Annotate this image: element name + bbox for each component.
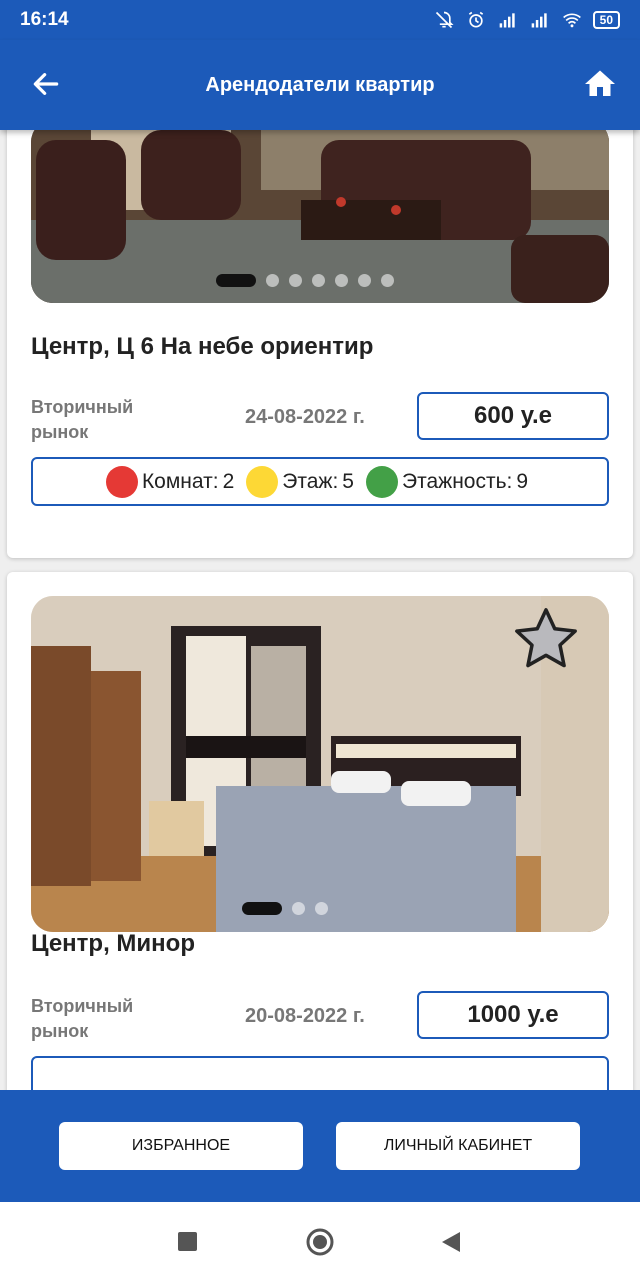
- status-time: 16:14: [20, 9, 69, 30]
- price-badge: 600 у.е: [417, 392, 609, 440]
- floors-label: Этажность:: [401, 469, 513, 493]
- photo-dot[interactable]: [289, 274, 302, 287]
- star-icon[interactable]: [511, 604, 581, 674]
- signal-icon: [499, 13, 515, 28]
- home-icon[interactable]: [582, 66, 618, 102]
- alarm-icon: [468, 11, 483, 28]
- back-triangle-icon[interactable]: [440, 1230, 462, 1254]
- photo-dot[interactable]: [292, 902, 305, 915]
- photo-dot[interactable]: [358, 274, 371, 287]
- apartment-info: Комнат: 2 Этаж: 5 Этажность: 9: [31, 457, 609, 506]
- app-bar: Арендодатели квартир: [0, 40, 640, 130]
- market-type: Вторичный рынок: [31, 397, 134, 442]
- floors-info: Этажность: 9: [365, 465, 529, 498]
- rooms-info: Комнат: 2: [105, 465, 235, 498]
- listing-photo[interactable]: [31, 596, 609, 932]
- listing-title: Центр, Ц 6 На небе ориентир: [31, 333, 374, 360]
- photo-indicator: [31, 902, 609, 915]
- floor-value: 5: [342, 469, 354, 493]
- battery-icon: 50: [592, 11, 620, 29]
- photo-indicator: [31, 274, 609, 287]
- alarm-off-icon: [435, 11, 454, 29]
- page-title: Арендодатели квартир: [205, 73, 435, 96]
- rooms-color-icon: [105, 465, 138, 498]
- home-circle-icon[interactable]: [305, 1227, 335, 1257]
- price-badge: 1000 у.е: [417, 991, 609, 1039]
- floors-color-icon: [365, 465, 398, 498]
- rooms-value: 2: [222, 469, 235, 493]
- apartment-info: [31, 1056, 609, 1090]
- floors-value: 9: [516, 469, 529, 493]
- rooms-label: Комнат:: [141, 469, 219, 493]
- bottom-bar: ИЗБРАННОЕ ЛИЧНЫЙ КАБИНЕТ: [0, 1090, 640, 1202]
- status-icons: 50: [433, 10, 620, 30]
- photo-dot[interactable]: [335, 274, 348, 287]
- arrow-left-icon[interactable]: [30, 68, 62, 100]
- personal-cabinet-button[interactable]: ЛИЧНЫЙ КАБИНЕТ: [336, 1122, 580, 1170]
- system-nav-bar: [0, 1202, 640, 1280]
- favorites-button[interactable]: ИЗБРАННОЕ: [59, 1122, 303, 1170]
- photo-dot[interactable]: [266, 274, 279, 287]
- photo-dot[interactable]: [315, 902, 328, 915]
- listing-card[interactable]: Центр, Ц 6 На небе ориентир Вторичный ры…: [7, 130, 633, 558]
- photo-dot[interactable]: [381, 274, 394, 287]
- listing-feed[interactable]: Центр, Ц 6 На небе ориентир Вторичный ры…: [0, 130, 640, 1090]
- market-type: Вторичный рынок: [31, 996, 134, 1041]
- floor-color-icon: [246, 465, 279, 498]
- status-bar: 16:14 50: [0, 0, 640, 40]
- photo-dot-active[interactable]: [216, 274, 256, 287]
- listing-title: Центр, Минор: [31, 930, 195, 957]
- photo-dot-active[interactable]: [242, 902, 282, 915]
- signal-icon: [531, 13, 547, 28]
- photo-dot[interactable]: [312, 274, 325, 287]
- floor-label: Этаж:: [282, 469, 339, 493]
- floor-info: Этаж: 5: [246, 465, 354, 498]
- app-screen: 16:14 50 Арендодатели квартир Центр, Ц 6…: [0, 0, 640, 1280]
- listing-date: 20-08-2022 г.: [245, 1005, 365, 1027]
- listing-card[interactable]: Центр, Минор Вторичный рынок 20-08-2022 …: [7, 572, 633, 1090]
- wifi-icon: [562, 13, 581, 28]
- recents-icon[interactable]: [178, 1232, 197, 1251]
- listing-photo[interactable]: [31, 130, 609, 303]
- listing-date: 24-08-2022 г.: [245, 406, 365, 428]
